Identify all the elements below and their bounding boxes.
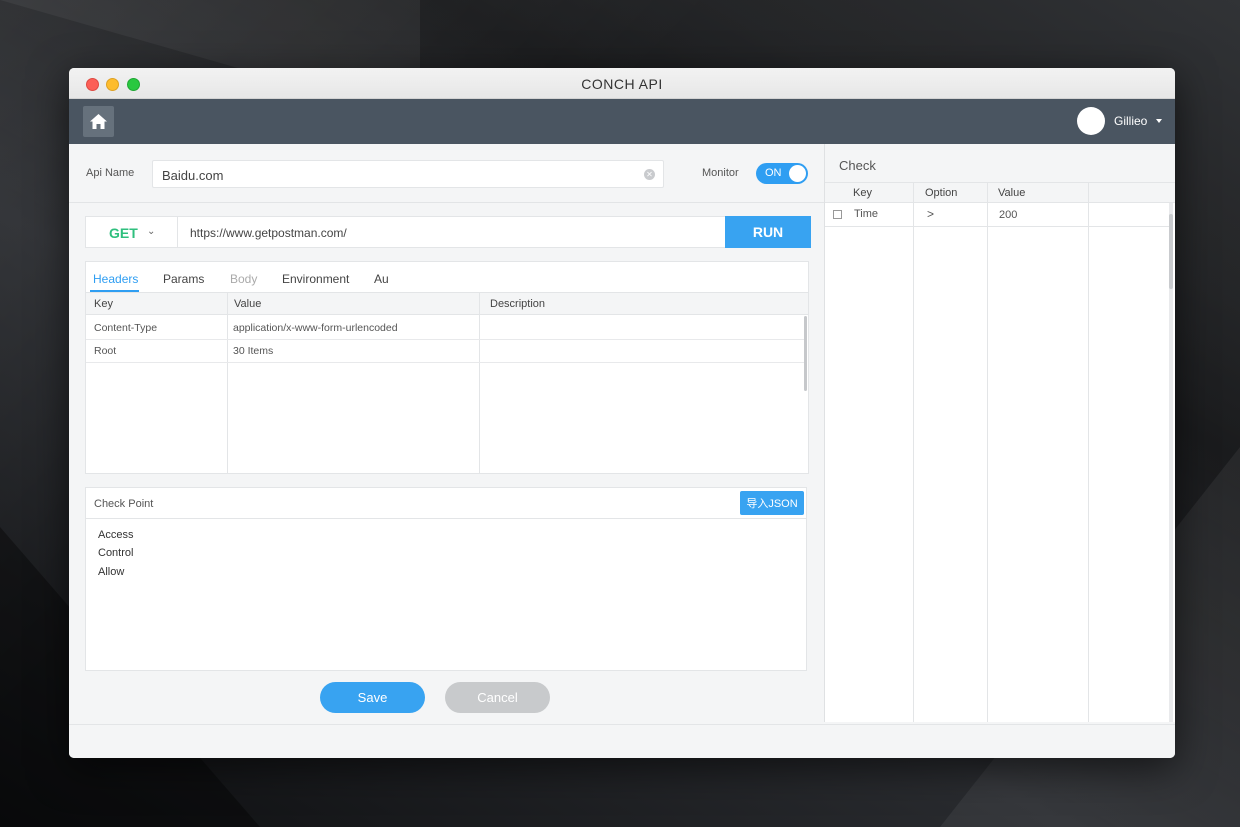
- home-icon: [90, 114, 107, 129]
- tab-auth[interactable]: Au: [374, 272, 389, 286]
- api-name-row: Api Name Baidu.com ✕ Monitor ON: [69, 144, 824, 203]
- toggle-knob: [789, 165, 806, 182]
- monitor-label: Monitor: [702, 167, 739, 179]
- check-point-title: Check Point: [94, 498, 154, 510]
- url-divider: [177, 217, 178, 247]
- column-header-description: Description: [490, 298, 546, 310]
- tab-headers[interactable]: Headers: [93, 272, 138, 286]
- chevron-down-icon[interactable]: ⌄: [147, 226, 155, 237]
- row-divider: [86, 339, 804, 340]
- check-point-line[interactable]: Allow: [98, 566, 124, 578]
- api-name-input[interactable]: Baidu.com ✕: [152, 160, 664, 188]
- check-point-line[interactable]: Access: [98, 529, 133, 541]
- check-point-header: Check Point 导入JSON: [86, 488, 806, 519]
- table-header: Key Value Description: [86, 293, 808, 315]
- row-divider: [86, 362, 804, 363]
- api-name-label: Api Name: [86, 167, 135, 179]
- top-navbar: Gillieo: [69, 99, 1175, 144]
- status-footer: [69, 724, 1175, 758]
- monitor-toggle-label: ON: [765, 167, 782, 179]
- title-bar: CONCH API: [69, 68, 1175, 99]
- check-side-panel: Check Key Option Value Time > 200: [824, 144, 1175, 722]
- table-cell-value[interactable]: application/x-www-form-urlencoded: [233, 322, 398, 334]
- import-json-button[interactable]: 导入JSON: [740, 491, 804, 515]
- method-select[interactable]: GET: [109, 225, 138, 241]
- table-cell-value[interactable]: 30 Items: [233, 345, 273, 357]
- save-button[interactable]: Save: [320, 682, 425, 713]
- user-name[interactable]: Gillieo: [1114, 114, 1147, 128]
- column-divider: [987, 183, 988, 722]
- check-row-value[interactable]: 200: [999, 209, 1017, 221]
- side-scrollbar-thumb[interactable]: [1169, 214, 1173, 289]
- api-name-value: Baidu.com: [162, 168, 224, 183]
- column-header-value: Value: [234, 298, 262, 310]
- check-panel-header: Check: [825, 144, 1175, 183]
- check-point-line[interactable]: Control: [98, 547, 133, 559]
- column-header-option: Option: [925, 187, 958, 199]
- tab-body[interactable]: Body: [230, 272, 257, 286]
- active-tab-indicator: [90, 290, 139, 292]
- check-row-key[interactable]: Time: [854, 208, 878, 220]
- check-table-header: Key Option Value: [825, 183, 1175, 203]
- url-input[interactable]: https://www.getpostman.com/: [190, 226, 347, 240]
- check-row-option[interactable]: >: [927, 207, 934, 221]
- request-tabs: Headers Params Body Environment Au: [86, 262, 808, 293]
- column-divider: [1088, 183, 1089, 722]
- table-scrollbar[interactable]: [804, 316, 807, 391]
- home-button[interactable]: [83, 106, 114, 137]
- clear-icon[interactable]: ✕: [644, 169, 655, 180]
- column-divider: [913, 183, 914, 722]
- cancel-button[interactable]: Cancel: [445, 682, 550, 713]
- tab-params[interactable]: Params: [163, 272, 204, 286]
- tab-environment[interactable]: Environment: [282, 272, 349, 286]
- request-editor: Api Name Baidu.com ✕ Monitor ON GET ⌄ ht…: [69, 144, 824, 724]
- row-divider: [825, 226, 1169, 227]
- table-cell-key[interactable]: Content-Type: [94, 322, 157, 334]
- run-button[interactable]: RUN: [725, 216, 811, 248]
- request-url-bar: GET ⌄ https://www.getpostman.com/ RUN: [85, 216, 811, 248]
- column-header-value: Value: [998, 187, 1026, 199]
- table-cell-key[interactable]: Root: [94, 345, 116, 357]
- check-panel-title: Check: [839, 158, 876, 173]
- app-window: CONCH API Gillieo Api Name Baidu.com ✕ M…: [69, 68, 1175, 758]
- column-header-key: Key: [94, 298, 113, 310]
- row-checkbox[interactable]: [833, 210, 842, 219]
- check-point-panel: Check Point 导入JSON Access Control Allow: [85, 487, 807, 671]
- column-divider: [479, 293, 480, 473]
- column-divider: [227, 293, 228, 473]
- monitor-toggle[interactable]: ON: [756, 163, 808, 184]
- user-menu-caret-icon[interactable]: [1156, 119, 1162, 123]
- avatar[interactable]: [1077, 107, 1105, 135]
- window-title: CONCH API: [581, 76, 663, 92]
- request-params-panel: Headers Params Body Environment Au Key V…: [85, 261, 809, 474]
- column-header-key: Key: [853, 187, 872, 199]
